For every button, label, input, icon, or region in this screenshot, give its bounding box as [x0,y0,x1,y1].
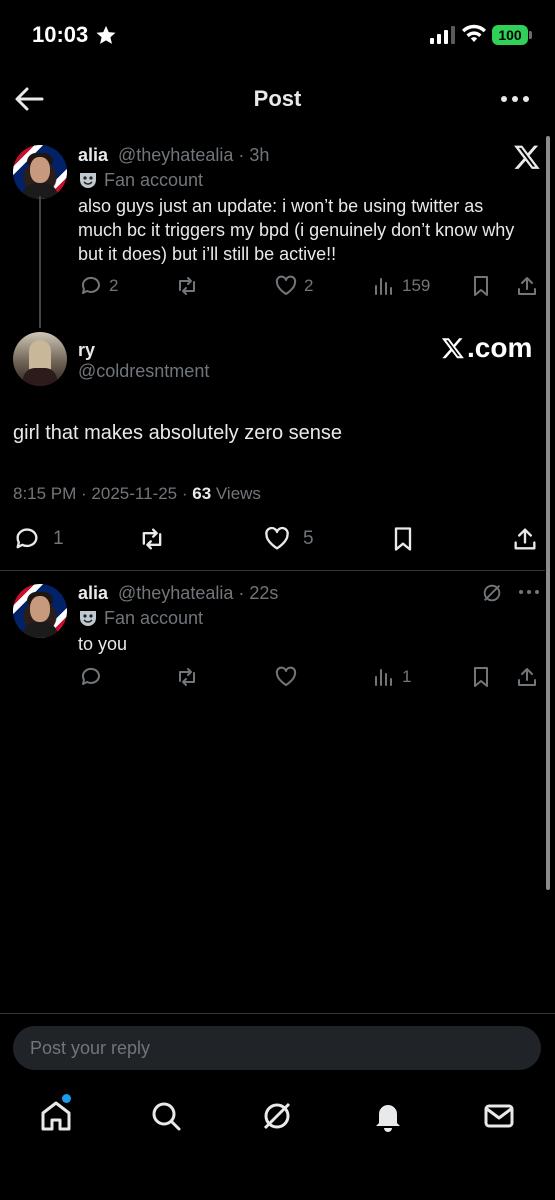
divider [0,570,545,571]
theater-mask-icon [80,611,96,626]
view-count: 159 [402,276,431,295]
grok-icon [263,1102,291,1130]
mail-icon [484,1104,514,1128]
search-icon [152,1102,181,1131]
like-count: 2 [304,276,314,295]
views-icon [375,278,392,295]
home-icon [41,1101,71,1131]
notification-dot [62,1094,71,1103]
thread-connector-line [39,196,41,328]
wifi-icon [462,24,486,42]
scrollbar[interactable] [546,136,550,890]
views-button[interactable]: 1 [372,664,411,690]
bookmark-icon [474,276,488,296]
battery-indicator: 100 [492,25,532,45]
repost-button[interactable] [137,526,167,552]
x-logo-icon [514,145,540,169]
post-text: to you [78,634,128,654]
view-count: 1 [402,667,412,686]
bookmark-icon [394,527,412,551]
x-logo-icon [441,338,464,359]
x-com-watermark: .com [441,332,532,364]
post-text: girl that makes absolutely zero sense [13,422,343,444]
nav-header: Post [0,70,555,130]
watermark-text: .com [467,332,533,363]
share-button[interactable] [515,664,539,690]
avatar[interactable] [13,332,67,386]
reply-button[interactable]: 1 [13,526,64,552]
reply-count: 1 [53,528,64,549]
bookmark-button[interactable] [469,664,493,690]
repost-button[interactable] [175,273,199,299]
views-label: Views [211,484,261,503]
status-bar: 10:03 100 [0,0,555,70]
share-button[interactable] [515,273,539,299]
badge-label: Fan account [104,170,204,190]
reply-count: 2 [109,276,119,295]
signal-icon [430,26,455,44]
repost-icon [179,277,195,295]
reply-button[interactable]: 2 [79,273,118,299]
avatar[interactable] [13,584,67,638]
badge-label: Fan account [104,608,204,628]
fan-account-badge: Fan account [78,170,203,191]
bell-icon [376,1105,400,1132]
reply-button[interactable] [79,664,103,690]
like-button[interactable]: 5 [263,526,314,552]
like-button[interactable]: 2 [274,273,313,299]
post-timestamp: 8:15 PM · 2025-11-25 · [13,484,193,503]
heart-icon [275,666,297,686]
author-handle[interactable]: @coldresntment [78,361,209,382]
reply-icon [16,528,38,549]
bookmark-icon [474,667,488,687]
reply-input[interactable] [13,1026,541,1070]
heart-icon [275,275,297,295]
share-icon [518,277,536,295]
views-button[interactable]: 159 [372,273,430,299]
grok-icon[interactable] [481,582,503,604]
bottom-tab-bar [0,1083,555,1200]
views-count: 63 [192,484,212,503]
bookmark-button[interactable] [389,526,417,552]
tab-grok[interactable] [260,1099,294,1133]
fan-account-badge: Fan account [78,608,203,629]
like-count: 5 [303,528,314,549]
tab-search[interactable] [149,1099,183,1133]
share-button[interactable] [511,526,539,552]
share-icon [514,528,536,550]
tab-notifications[interactable] [371,1099,405,1133]
bookmark-button[interactable] [469,273,493,299]
share-icon [518,668,536,686]
author-handle[interactable]: @theyhatealia · 22s [118,583,278,604]
reply-composer [0,1013,555,1083]
views-icon [375,669,392,686]
theater-mask-icon [80,173,96,188]
repost-icon [142,528,162,550]
tab-messages[interactable] [482,1099,516,1133]
like-button[interactable] [274,664,298,690]
author-handle[interactable]: @theyhatealia · 3h [118,145,269,166]
repost-icon [179,668,195,686]
post-text: also guys just an update: i won’t be usi… [78,196,515,264]
status-time: 10:03 [32,22,89,47]
heart-icon [265,526,289,550]
avatar[interactable] [13,145,67,199]
author-name[interactable]: alia [78,583,108,604]
reply-icon [81,667,100,685]
author-name[interactable]: alia [78,145,108,166]
star-icon [96,25,116,44]
reply-icon [81,276,100,294]
author-name[interactable]: ry [78,340,95,361]
tab-home[interactable] [39,1099,73,1133]
more-options-icon[interactable] [517,584,541,600]
more-options-icon[interactable] [498,86,532,112]
post-meta: 8:15 PM · 2025-11-25 · 63 Views [13,484,261,504]
page-title: Post [253,86,302,111]
repost-button[interactable] [175,664,199,690]
